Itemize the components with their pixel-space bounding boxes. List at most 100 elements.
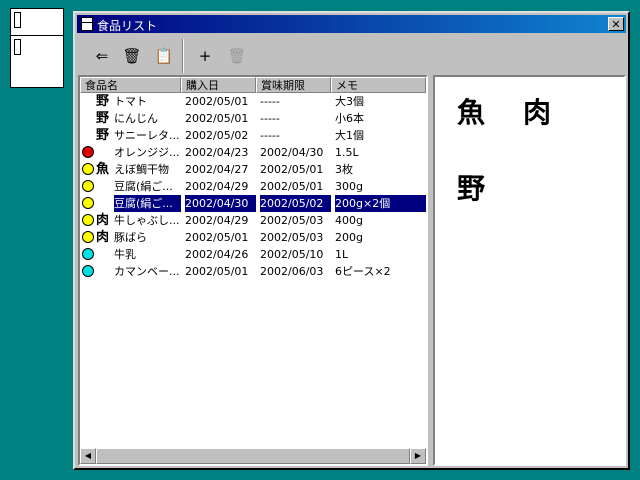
delete-icon: 🗑 [227,47,247,65]
row-purchase-date: 2002/05/02 [185,129,249,142]
paste-button[interactable]: 📋 [151,43,177,69]
row-purchase-date: 2002/04/29 [185,214,249,227]
scroll-thumb[interactable] [96,448,410,464]
row-purchase-date: 2002/05/01 [185,231,249,244]
table-row[interactable]: 肉豚ばら 2002/05/01 2002/05/03 200g [80,229,426,246]
table-row[interactable]: 豆腐(絹ご... 2002/04/29 2002/05/01 300g [80,178,426,195]
category-fish[interactable]: 魚 [457,91,485,131]
checkout-button[interactable]: ⇐ [89,43,115,69]
column-header-name[interactable]: 食品名 [80,77,181,93]
row-purchase-date: 2002/04/23 [185,146,249,159]
row-memo: 大1個 [335,129,364,142]
status-yellow-icon [82,231,94,243]
add-icon: + [198,47,212,65]
row-memo: 大3個 [335,95,364,108]
category-pane[interactable]: 魚 肉 野 [433,75,626,466]
row-memo: 300g [335,180,363,193]
delete-button[interactable]: 🗑 [224,43,250,69]
row-purchase-date: 2002/04/29 [185,180,249,193]
table-row[interactable]: 魚えぼ鯛干物 2002/04/27 2002/05/01 3枚 [80,161,426,178]
status-yellow-icon [82,180,94,192]
status-cyan-icon [82,265,94,277]
toolbar: ⇐ 🗑 📋 + 🗑 [79,37,624,75]
row-expiry-date: 2002/05/10 [260,248,324,261]
row-purchase-date: 2002/05/01 [185,265,249,278]
row-memo: 1L [335,248,349,261]
row-name: トマト [114,95,147,108]
row-memo: 3枚 [335,163,353,176]
status-yellow-icon [82,197,94,209]
table-row[interactable]: オレンジジ... 2002/04/23 2002/04/30 1.5L [80,144,426,161]
window-icon-divider [11,35,63,36]
window-icon-mark-bottom [14,39,21,55]
row-expiry-date: ----- [260,112,280,125]
table-row[interactable]: 野トマト 2002/05/01 ----- 大3個 [80,93,426,110]
toolbar-separator [182,39,184,73]
status-cyan-icon [82,248,94,260]
column-header-purchase[interactable]: 購入日 [181,77,256,93]
row-name: 牛乳 [114,248,136,261]
window-title: 食品リスト [97,19,158,33]
row-category: 肉 [96,230,110,245]
category-vegetable[interactable]: 野 [457,167,485,207]
row-category: 魚 [96,162,110,177]
row-name: 豚ばら [114,231,147,244]
table-row[interactable]: 豆腐(絹ご... 2002/04/30 2002/05/02 200g×2個 [80,195,426,212]
status-yellow-icon [82,214,94,226]
row-expiry-date: 2002/05/02 [260,195,331,212]
row-expiry-date: 2002/05/03 [260,214,324,227]
row-name: 豆腐(絹ご... [114,180,173,193]
scroll-left-arrow-icon[interactable]: ◀ [80,448,96,464]
row-purchase-date: 2002/05/01 [185,95,249,108]
close-button[interactable]: ✕ [608,17,624,31]
row-name: にんじん [114,112,158,125]
row-expiry-date: 2002/06/03 [260,265,324,278]
column-header-expiry[interactable]: 賞味期限 [256,77,331,93]
table-row[interactable]: 野サニーレタ... 2002/05/02 ----- 大1個 [80,127,426,144]
add-button[interactable]: + [192,43,218,69]
row-memo: 1.5L [335,146,359,159]
row-name: サニーレタ... [114,129,180,142]
row-name: えぼ鯛干物 [114,163,169,176]
row-memo: 400g [335,214,363,227]
list-header: 食品名 購入日 賞味期限 メモ [80,77,426,93]
row-name: 牛しゃぶし... [114,214,180,227]
trash-button[interactable]: 🗑 [119,43,145,69]
scroll-right-arrow-icon[interactable]: ▶ [410,448,426,464]
row-memo: 6ピース×2 [335,265,391,278]
row-name: オレンジジ... [114,146,180,159]
row-memo: 200g [335,231,363,244]
desktop-window-icon[interactable] [10,8,64,88]
checkout-icon: ⇐ [95,47,109,65]
row-name: 豆腐(絹ご... [114,195,181,212]
status-yellow-icon [82,163,94,175]
window-icon-mark-top [14,12,21,28]
category-meat[interactable]: 肉 [523,91,551,131]
row-name: カマンベー... [114,265,180,278]
row-memo: 200g×2個 [335,195,426,212]
row-expiry-date: ----- [260,129,280,142]
row-expiry-date: 2002/05/01 [260,163,324,176]
status-red-icon [82,146,94,158]
table-row[interactable]: 牛乳 2002/04/26 2002/05/10 1L [80,246,426,263]
row-expiry-date: 2002/04/30 [260,146,324,159]
row-category: 野 [96,111,110,126]
row-memo: 小6本 [335,112,364,125]
horizontal-scrollbar[interactable]: ◀ ▶ [80,448,426,464]
title-bar[interactable]: 食品リスト ✕ [77,15,626,33]
paste-icon: 📋 [154,47,174,65]
row-category: 野 [96,128,110,143]
food-list-window: 食品リスト ✕ ⇐ 🗑 📋 + 🗑 食品名 購入日 賞味期限 メモ 野トマト 20… [73,11,630,470]
row-purchase-date: 2002/04/27 [185,163,249,176]
table-row[interactable]: 肉牛しゃぶし... 2002/04/29 2002/05/03 400g [80,212,426,229]
table-row[interactable]: 野にんじん 2002/05/01 ----- 小6本 [80,110,426,127]
trash-icon: 🗑 [122,47,142,65]
column-header-memo[interactable]: メモ [331,77,426,93]
row-expiry-date: ----- [260,95,280,108]
row-expiry-date: 2002/05/03 [260,231,324,244]
table-row[interactable]: カマンベー... 2002/05/01 2002/06/03 6ピース×2 [80,263,426,280]
row-category: 肉 [96,213,110,228]
row-category: 野 [96,94,110,109]
food-list[interactable]: 食品名 購入日 賞味期限 メモ 野トマト 2002/05/01 ----- 大3個野に… [78,75,428,466]
row-purchase-date: 2002/05/01 [185,112,249,125]
